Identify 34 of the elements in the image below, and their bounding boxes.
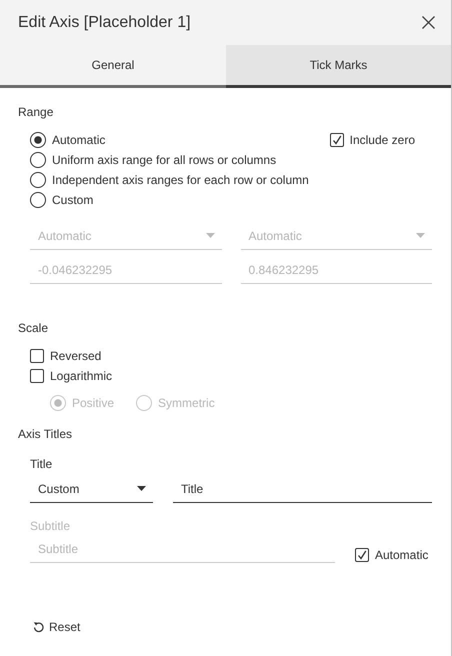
checkbox[interactable] xyxy=(30,349,44,363)
checkmark-icon xyxy=(332,135,342,145)
reset-button[interactable]: Reset xyxy=(33,620,80,634)
radio-button[interactable] xyxy=(30,152,46,168)
radio-label: Positive xyxy=(72,396,114,410)
checkbox-label: Logarithmic xyxy=(50,369,112,383)
checkmark-icon xyxy=(357,550,367,560)
field-label: Title xyxy=(30,457,54,473)
radio-label: Automatic xyxy=(52,133,106,147)
radio-label: Uniform axis range for all rows or columns xyxy=(52,153,276,167)
checkbox-label: Include zero xyxy=(350,133,415,147)
dropdown[interactable]: Custom xyxy=(30,475,153,503)
tab[interactable]: General xyxy=(0,45,226,88)
caret-icon xyxy=(416,233,425,238)
radio-button[interactable] xyxy=(30,172,46,188)
dialog-title: Edit Axis [Placeholder 1] xyxy=(18,14,191,32)
checkbox-label: Reversed xyxy=(50,349,102,363)
reset-icon xyxy=(33,621,44,633)
section-heading: Axis Titles xyxy=(18,427,74,441)
radio-label: Symmetric xyxy=(158,396,215,410)
radio-label: Custom xyxy=(52,193,94,207)
section-heading: Range xyxy=(18,105,54,119)
radio-label: Independent axis ranges for each row or column xyxy=(52,173,309,187)
radio-button[interactable] xyxy=(30,192,46,208)
tab[interactable]: Tick Marks xyxy=(226,45,451,88)
checkbox[interactable] xyxy=(30,369,44,383)
caret-icon xyxy=(206,233,214,238)
field-label: Subtitle xyxy=(30,519,72,535)
checkbox[interactable] xyxy=(330,133,344,147)
radio-button[interactable] xyxy=(30,132,46,148)
caret-icon xyxy=(137,486,146,491)
checkbox-label: Automatic xyxy=(375,548,428,562)
close-icon xyxy=(422,16,435,29)
section-heading: Scale xyxy=(18,321,50,335)
